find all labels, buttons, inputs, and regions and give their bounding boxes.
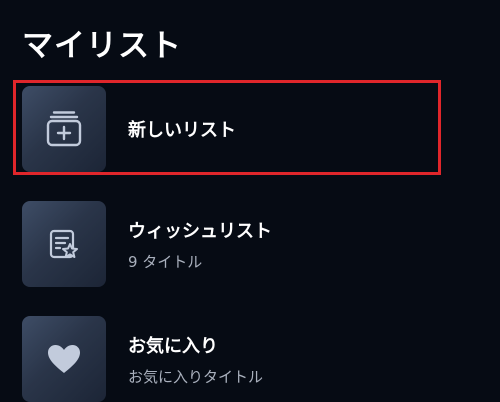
list-item-subtitle: お気に入りタイトル	[128, 367, 264, 386]
list-item-title: お気に入り	[128, 335, 218, 357]
list-item-favorites[interactable]: お気に入り お気に入りタイトル	[22, 316, 462, 402]
list-item-title: 新しいリスト	[128, 120, 236, 141]
list-item-title: ウィッシュリスト	[128, 220, 272, 242]
list-item-count: 9 タイトル	[128, 252, 203, 271]
page-title: マイリスト	[22, 28, 182, 64]
wishlist-star-icon	[47, 227, 81, 261]
list-item-wishlist[interactable]: ウィッシュリスト 9 タイトル	[22, 201, 462, 287]
list-thumbnail	[22, 316, 106, 402]
heart-icon	[46, 343, 82, 375]
new-list-icon	[43, 109, 85, 149]
list-thumbnail	[22, 201, 106, 287]
list-thumbnail	[22, 86, 106, 172]
list-item-new-list[interactable]: 新しいリスト	[22, 86, 462, 172]
